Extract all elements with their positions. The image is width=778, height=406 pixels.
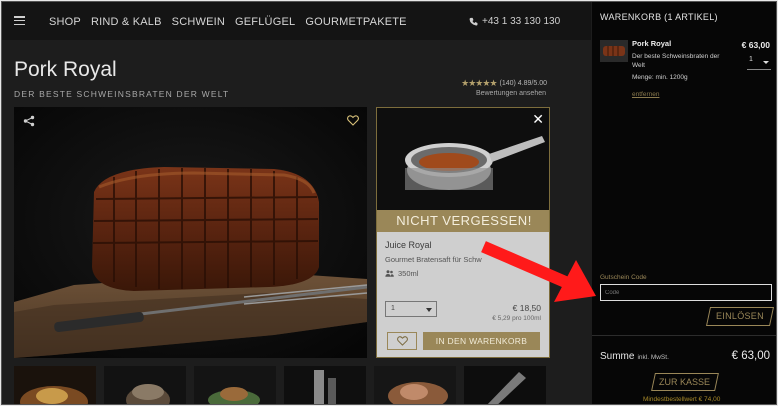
upsell-quantity-select[interactable]: 1 bbox=[385, 301, 437, 317]
sum-label-text: Summe bbox=[600, 351, 635, 362]
people-icon bbox=[385, 270, 394, 277]
cart-sidebar: WARENKORB (1 ARTIKEL) Pork Royal Der bes… bbox=[592, 2, 776, 404]
rating-stars-icon: ★★★★★ bbox=[461, 78, 497, 88]
rating-text: (140) 4.89/5.00 bbox=[499, 80, 547, 87]
reviews-link[interactable]: Bewertungen ansehen bbox=[476, 90, 546, 97]
product-title: Pork Royal bbox=[14, 58, 117, 81]
nav-item-gourmetpakete[interactable]: GOURMETPAKETE bbox=[305, 16, 406, 28]
nav-item-shop[interactable]: SHOP bbox=[49, 16, 81, 28]
upsell-size-text: 350ml bbox=[398, 269, 419, 278]
thumbnail[interactable] bbox=[464, 366, 546, 404]
redeem-coupon-button[interactable]: EINLÖSEN bbox=[705, 307, 775, 326]
product-thumbnails bbox=[14, 366, 546, 404]
upsell-price: € 18,50 bbox=[512, 303, 541, 313]
juice-product-image: ✕ bbox=[377, 108, 549, 211]
upsell-unit-price: € 5,29 pro 100ml bbox=[492, 315, 541, 322]
roast-pork-photo bbox=[14, 107, 367, 358]
cart-sum-value: € 63,00 bbox=[731, 350, 770, 362]
thumbnail[interactable] bbox=[104, 366, 186, 404]
cart-sum-label: Summe inkl. MwSt. bbox=[600, 351, 669, 362]
upsell-product-name[interactable]: Juice Royal bbox=[385, 240, 432, 250]
chevron-down-icon bbox=[763, 61, 769, 64]
upsell-product-size: 350ml bbox=[385, 269, 418, 278]
upsell-popup: ✕ NICHT VERGESSEN! Juice Royal Gourmet B… bbox=[376, 107, 550, 358]
sum-vat-note: inkl. MwSt. bbox=[637, 354, 669, 361]
product-hero-image bbox=[14, 107, 367, 358]
coupon-code-input[interactable] bbox=[600, 284, 772, 301]
phone-contact[interactable]: +43 1 33 130 130 bbox=[469, 16, 560, 27]
upsell-product-description: Gourmet Bratensaft für Schw bbox=[385, 255, 482, 264]
checkout-label: ZUR KASSE bbox=[659, 377, 711, 387]
product-subtitle: DER BESTE SCHWEINSBRATEN DER WELT bbox=[14, 89, 230, 99]
hamburger-menu-icon[interactable] bbox=[14, 16, 25, 26]
cart-item-quantity-select[interactable]: 1 bbox=[747, 56, 771, 70]
close-icon[interactable]: ✕ bbox=[532, 111, 544, 128]
nav-item-schwein[interactable]: SCHWEIN bbox=[172, 16, 225, 28]
main-nav: SHOP RIND & KALB SCHWEIN GEFLÜGEL GOURME… bbox=[49, 16, 417, 28]
phone-number: +43 1 33 130 130 bbox=[482, 16, 561, 27]
redeem-label: EINLÖSEN bbox=[716, 311, 764, 321]
share-icon[interactable] bbox=[23, 115, 35, 127]
coupon-label: Gutschein Code bbox=[600, 274, 647, 281]
browser-page: SHOP RIND & KALB SCHWEIN GEFLÜGEL GOURME… bbox=[1, 1, 777, 405]
minimum-order-note: Mindestbestellwert € 74,00 bbox=[643, 396, 721, 403]
cart-item-name[interactable]: Pork Royal bbox=[632, 39, 671, 48]
chevron-down-icon bbox=[426, 308, 432, 312]
sauce-pan-photo bbox=[405, 136, 545, 190]
heart-icon bbox=[396, 336, 408, 346]
thumbnail[interactable] bbox=[194, 366, 276, 404]
nav-item-gefluegel[interactable]: GEFLÜGEL bbox=[235, 16, 295, 28]
add-to-cart-button[interactable]: IN DEN WARENKORB bbox=[423, 332, 540, 350]
phone-icon bbox=[469, 17, 478, 26]
nav-item-rind-kalb[interactable]: RIND & KALB bbox=[91, 16, 162, 28]
thumbnail[interactable] bbox=[284, 366, 366, 404]
favorite-heart-icon[interactable] bbox=[347, 115, 359, 126]
cart-title: WARENKORB (1 ARTIKEL) bbox=[600, 12, 718, 22]
popup-banner: NICHT VERGESSEN! bbox=[377, 210, 549, 232]
cart-item-quantity-value: 1 bbox=[749, 56, 753, 63]
remove-item-link[interactable]: entfernen bbox=[632, 91, 659, 98]
upsell-quantity-value: 1 bbox=[391, 305, 395, 312]
checkout-button[interactable]: ZUR KASSE bbox=[651, 373, 719, 391]
cart-item-price: € 63,00 bbox=[741, 40, 770, 50]
top-navigation: SHOP RIND & KALB SCHWEIN GEFLÜGEL GOURME… bbox=[2, 2, 591, 40]
thumbnail[interactable] bbox=[14, 366, 96, 404]
cart-item-description: Der beste Schweinsbraten der Welt bbox=[632, 53, 720, 69]
wishlist-button[interactable] bbox=[387, 332, 417, 350]
divider bbox=[592, 335, 776, 336]
thumbnail[interactable] bbox=[374, 366, 456, 404]
cart-item-image bbox=[600, 40, 628, 62]
cart-item-quantity-note: Menge: min. 1200g bbox=[632, 74, 688, 81]
product-rating: ★★★★★ (140) 4.89/5.00 bbox=[461, 78, 547, 89]
